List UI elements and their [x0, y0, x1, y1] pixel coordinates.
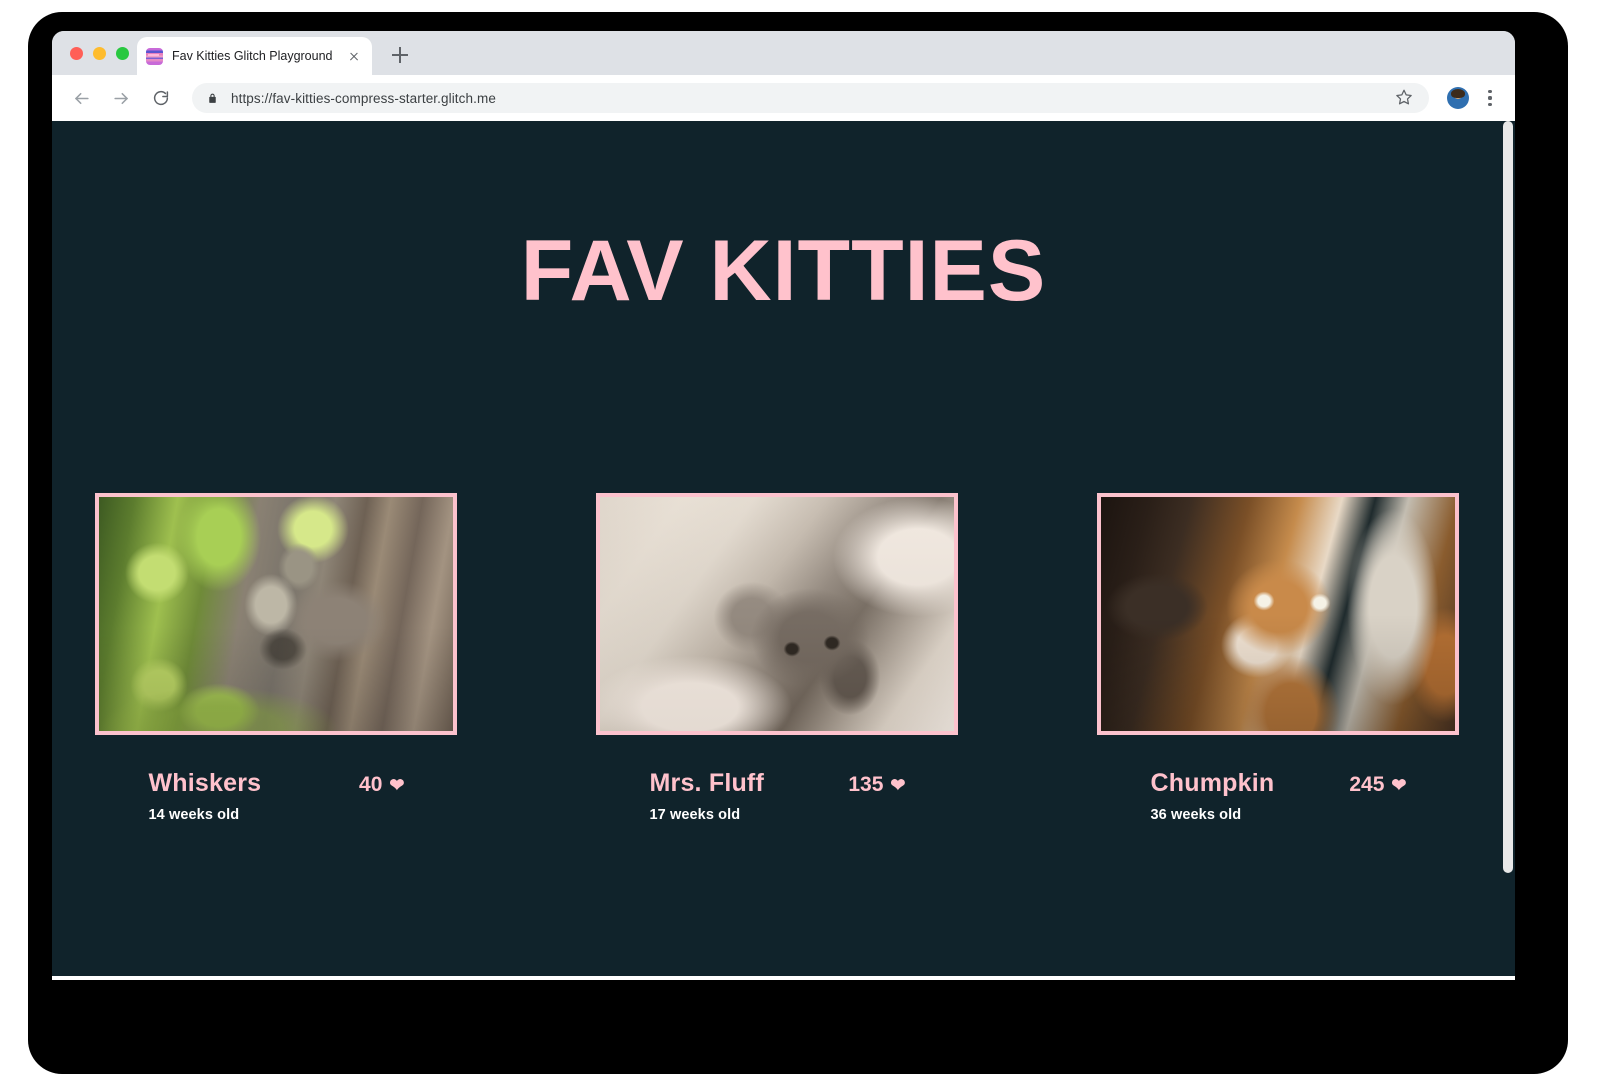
browser-tab-title: Fav Kitties Glitch Playground [172, 49, 333, 63]
page-title: FAV KITTIES [520, 223, 1047, 319]
window-traffic-lights [70, 47, 129, 60]
page-scrollbar-thumb[interactable] [1503, 121, 1513, 873]
address-bar-url[interactable]: https://fav-kitties-compress-starter.gli… [231, 91, 1395, 106]
browser-tab-active[interactable]: Fav Kitties Glitch Playground [137, 37, 372, 75]
kitty-photo-whiskers[interactable] [94, 493, 457, 735]
forward-arrow-icon[interactable] [106, 83, 136, 113]
kitty-like-button[interactable]: 135 ❤ [848, 773, 905, 797]
kitty-like-button[interactable]: 245 ❤ [1349, 773, 1406, 797]
kitty-age: 14 weeks old [148, 807, 240, 823]
heart-icon: ❤ [389, 775, 405, 795]
kitty-meta: Chumpkin 245 ❤ [1097, 769, 1459, 798]
kitty-like-count: 245 [1349, 773, 1385, 796]
kitty-name: Mrs. Fluff [649, 769, 764, 797]
minimize-window-button[interactable] [93, 47, 106, 60]
browser-toolbar: https://fav-kitties-compress-starter.gli… [52, 75, 1515, 121]
window-bottom-edge [52, 976, 1515, 980]
kitty-meta: Mrs. Fluff 135 ❤ [596, 769, 958, 798]
kitty-card: Chumpkin 245 ❤ 36 weeks old [1096, 493, 1459, 823]
tab-strip: Fav Kitties Glitch Playground [52, 31, 1515, 75]
star-icon[interactable] [1395, 88, 1415, 108]
kitty-photo-mrs-fluff[interactable] [595, 493, 958, 735]
kitty-like-count: 40 [359, 773, 383, 796]
maximize-window-button[interactable] [116, 47, 129, 60]
kitty-meta: Whiskers 40 ❤ [95, 769, 457, 798]
kitty-like-button[interactable]: 40 ❤ [359, 773, 404, 797]
new-tab-button[interactable] [389, 44, 411, 66]
browser-window: Fav Kitties Glitch Playground https://fa… [52, 31, 1515, 976]
back-arrow-icon[interactable] [66, 83, 96, 113]
glitch-logo-icon [146, 47, 163, 65]
close-tab-icon[interactable] [345, 47, 363, 65]
heart-icon: ❤ [890, 775, 906, 795]
reload-icon[interactable] [146, 83, 176, 113]
kitty-photo-chumpkin[interactable] [1096, 493, 1459, 735]
page-scrollbar[interactable] [1501, 121, 1515, 976]
three-dot-menu-icon[interactable] [1479, 85, 1501, 111]
kitty-age: 17 weeks old [649, 807, 741, 823]
kitty-age: 36 weeks old [1150, 807, 1242, 823]
kitty-grid: Whiskers 40 ❤ 14 weeks old Mrs. Fluff 13… [52, 493, 1501, 823]
profile-avatar[interactable] [1447, 87, 1469, 109]
lock-icon [206, 92, 219, 105]
close-window-button[interactable] [70, 47, 83, 60]
kitty-like-count: 135 [848, 773, 884, 796]
kitty-card: Mrs. Fluff 135 ❤ 17 weeks old [595, 493, 958, 823]
page-viewport: FAV KITTIES Whiskers 40 ❤ 14 weeks old M… [52, 121, 1515, 976]
heart-icon: ❤ [1391, 775, 1407, 795]
kitty-name: Chumpkin [1150, 769, 1275, 797]
address-bar[interactable]: https://fav-kitties-compress-starter.gli… [192, 83, 1429, 113]
kitty-card: Whiskers 40 ❤ 14 weeks old [94, 493, 457, 823]
kitty-name: Whiskers [148, 769, 262, 797]
